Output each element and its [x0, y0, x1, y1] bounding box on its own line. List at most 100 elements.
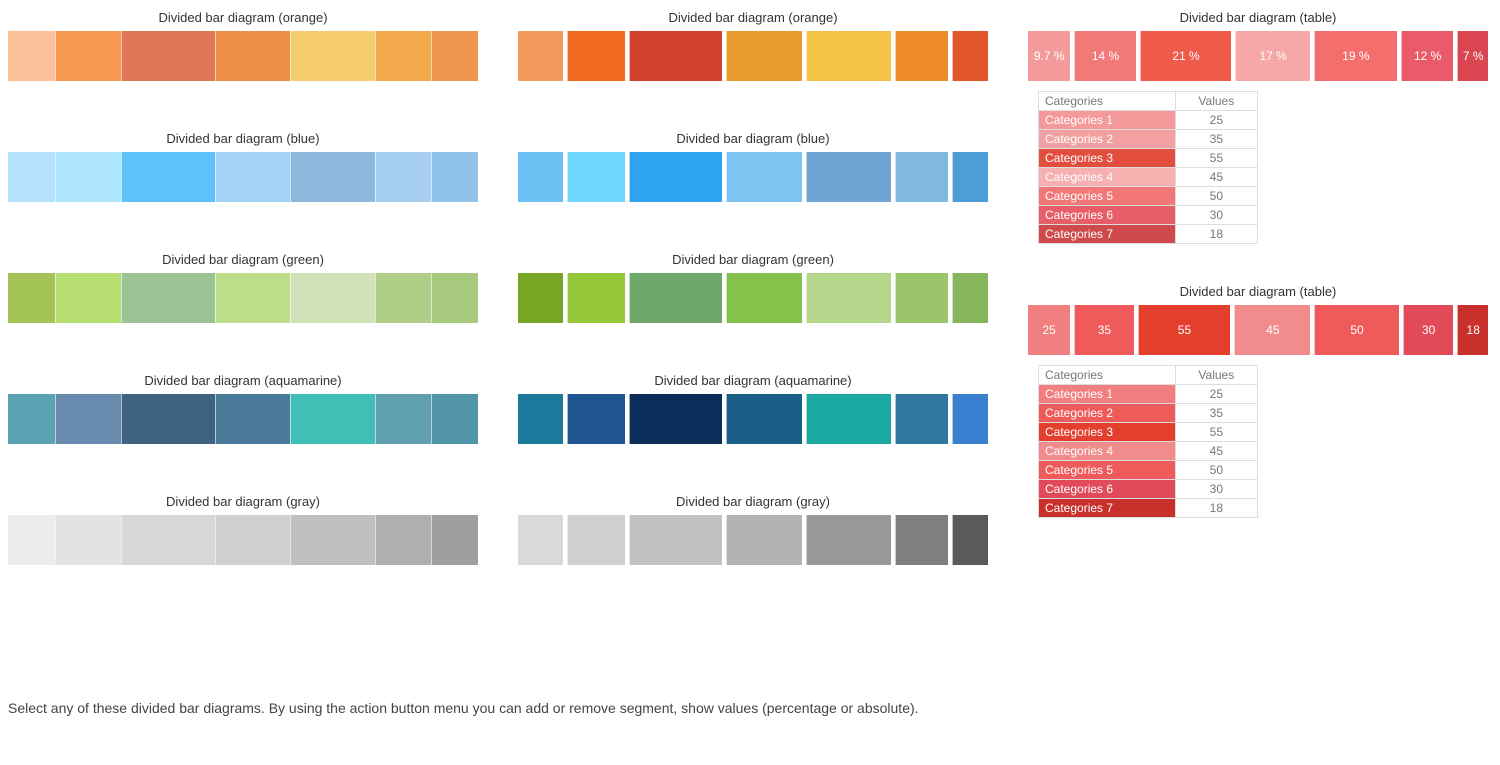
- bar-segment[interactable]: 30: [1403, 305, 1454, 355]
- divided-bar[interactable]: 9.7 %14 %21 %17 %19 %12 %7 %: [1028, 31, 1488, 81]
- bar-segment[interactable]: [8, 515, 55, 565]
- bar-segment[interactable]: [290, 394, 375, 444]
- bar-segment[interactable]: [629, 152, 723, 202]
- bar-segment[interactable]: [952, 273, 988, 323]
- bar-segment[interactable]: [290, 152, 375, 202]
- bar-segment[interactable]: 7 %: [1457, 31, 1488, 81]
- bar-segment[interactable]: 12 %: [1401, 31, 1453, 81]
- bar-segment[interactable]: [629, 515, 723, 565]
- bar-segment[interactable]: [8, 152, 55, 202]
- bar-segment[interactable]: [952, 394, 988, 444]
- divided-bar-b0[interactable]: Divided bar diagram (orange): [518, 10, 988, 81]
- bar-segment[interactable]: [895, 273, 949, 323]
- bar-segment[interactable]: [55, 515, 121, 565]
- bar-segment[interactable]: [806, 394, 891, 444]
- bar-segment[interactable]: [431, 152, 478, 202]
- bar-segment[interactable]: [952, 152, 988, 202]
- bar-segment[interactable]: [431, 394, 478, 444]
- bar-segment[interactable]: [121, 31, 215, 81]
- bar-segment[interactable]: [726, 152, 802, 202]
- divided-bar-c1[interactable]: Divided bar diagram (table)2535554550301…: [1028, 284, 1488, 355]
- bar-segment[interactable]: [375, 515, 431, 565]
- bar-segment[interactable]: [806, 31, 891, 81]
- divided-bar-a1[interactable]: Divided bar diagram (blue): [8, 131, 478, 202]
- bar-segment[interactable]: [567, 152, 625, 202]
- bar-segment[interactable]: [629, 31, 723, 81]
- bar-segment[interactable]: [375, 273, 431, 323]
- bar-segment[interactable]: [806, 273, 891, 323]
- bar-segment[interactable]: [215, 152, 290, 202]
- bar-segment[interactable]: 25: [1028, 305, 1070, 355]
- bar-segment[interactable]: [952, 31, 988, 81]
- bar-segment[interactable]: [8, 394, 55, 444]
- bar-segment[interactable]: [629, 394, 723, 444]
- bar-segment[interactable]: [629, 273, 723, 323]
- bar-segment[interactable]: [726, 31, 802, 81]
- divided-bar[interactable]: [518, 394, 988, 444]
- bar-segment[interactable]: [215, 31, 290, 81]
- divided-bar-a0[interactable]: Divided bar diagram (orange): [8, 10, 478, 81]
- divided-bar[interactable]: [518, 515, 988, 565]
- divided-bar-c0[interactable]: Divided bar diagram (table)9.7 %14 %21 %…: [1028, 10, 1488, 81]
- bar-segment[interactable]: [726, 273, 802, 323]
- bar-segment[interactable]: [431, 273, 478, 323]
- bar-segment[interactable]: [895, 152, 949, 202]
- bar-segment[interactable]: [215, 515, 290, 565]
- bar-segment[interactable]: [55, 31, 121, 81]
- bar-segment[interactable]: [215, 394, 290, 444]
- divided-bar[interactable]: [518, 152, 988, 202]
- divided-bar-a4[interactable]: Divided bar diagram (gray): [8, 494, 478, 565]
- bar-segment[interactable]: [55, 394, 121, 444]
- bar-segment[interactable]: [121, 273, 215, 323]
- bar-segment[interactable]: [8, 273, 55, 323]
- bar-segment[interactable]: [806, 152, 891, 202]
- divided-bar-a2[interactable]: Divided bar diagram (green): [8, 252, 478, 323]
- divided-bar-b2[interactable]: Divided bar diagram (green): [518, 252, 988, 323]
- divided-bar-b3[interactable]: Divided bar diagram (aquamarine): [518, 373, 988, 444]
- bar-segment[interactable]: [518, 394, 563, 444]
- bar-segment[interactable]: 19 %: [1314, 31, 1397, 81]
- bar-segment[interactable]: 21 %: [1140, 31, 1232, 81]
- bar-segment[interactable]: 50: [1314, 305, 1399, 355]
- bar-segment[interactable]: [8, 31, 55, 81]
- bar-segment[interactable]: [55, 152, 121, 202]
- bar-segment[interactable]: [567, 273, 625, 323]
- bar-segment[interactable]: [567, 394, 625, 444]
- bar-segment[interactable]: 55: [1138, 305, 1231, 355]
- divided-bar[interactable]: 25355545503018: [1028, 305, 1488, 355]
- bar-segment[interactable]: [290, 515, 375, 565]
- bar-segment[interactable]: [55, 273, 121, 323]
- divided-bar[interactable]: [518, 31, 988, 81]
- divided-bar[interactable]: [8, 394, 478, 444]
- bar-segment[interactable]: [518, 31, 563, 81]
- divided-bar[interactable]: [8, 152, 478, 202]
- bar-segment[interactable]: [567, 515, 625, 565]
- bar-segment[interactable]: [121, 394, 215, 444]
- bar-segment[interactable]: [375, 31, 431, 81]
- bar-segment[interactable]: [431, 515, 478, 565]
- bar-segment[interactable]: [726, 515, 802, 565]
- bar-segment[interactable]: [726, 394, 802, 444]
- bar-segment[interactable]: [375, 152, 431, 202]
- bar-segment[interactable]: [518, 273, 563, 323]
- bar-segment[interactable]: 18: [1457, 305, 1488, 355]
- bar-segment[interactable]: [952, 515, 988, 565]
- divided-bar-b1[interactable]: Divided bar diagram (blue): [518, 131, 988, 202]
- bar-segment[interactable]: [806, 515, 891, 565]
- divided-bar-a3[interactable]: Divided bar diagram (aquamarine): [8, 373, 478, 444]
- divided-bar[interactable]: [8, 515, 478, 565]
- bar-segment[interactable]: [567, 31, 625, 81]
- bar-segment[interactable]: [895, 515, 949, 565]
- bar-segment[interactable]: [375, 394, 431, 444]
- bar-segment[interactable]: [518, 515, 563, 565]
- bar-segment[interactable]: [290, 273, 375, 323]
- divided-bar-b4[interactable]: Divided bar diagram (gray): [518, 494, 988, 565]
- bar-segment[interactable]: [895, 31, 949, 81]
- bar-segment[interactable]: [121, 152, 215, 202]
- bar-segment[interactable]: 9.7 %: [1028, 31, 1070, 81]
- bar-segment[interactable]: [895, 394, 949, 444]
- divided-bar[interactable]: [8, 273, 478, 323]
- bar-segment[interactable]: [290, 31, 375, 81]
- bar-segment[interactable]: 45: [1234, 305, 1310, 355]
- bar-segment[interactable]: [121, 515, 215, 565]
